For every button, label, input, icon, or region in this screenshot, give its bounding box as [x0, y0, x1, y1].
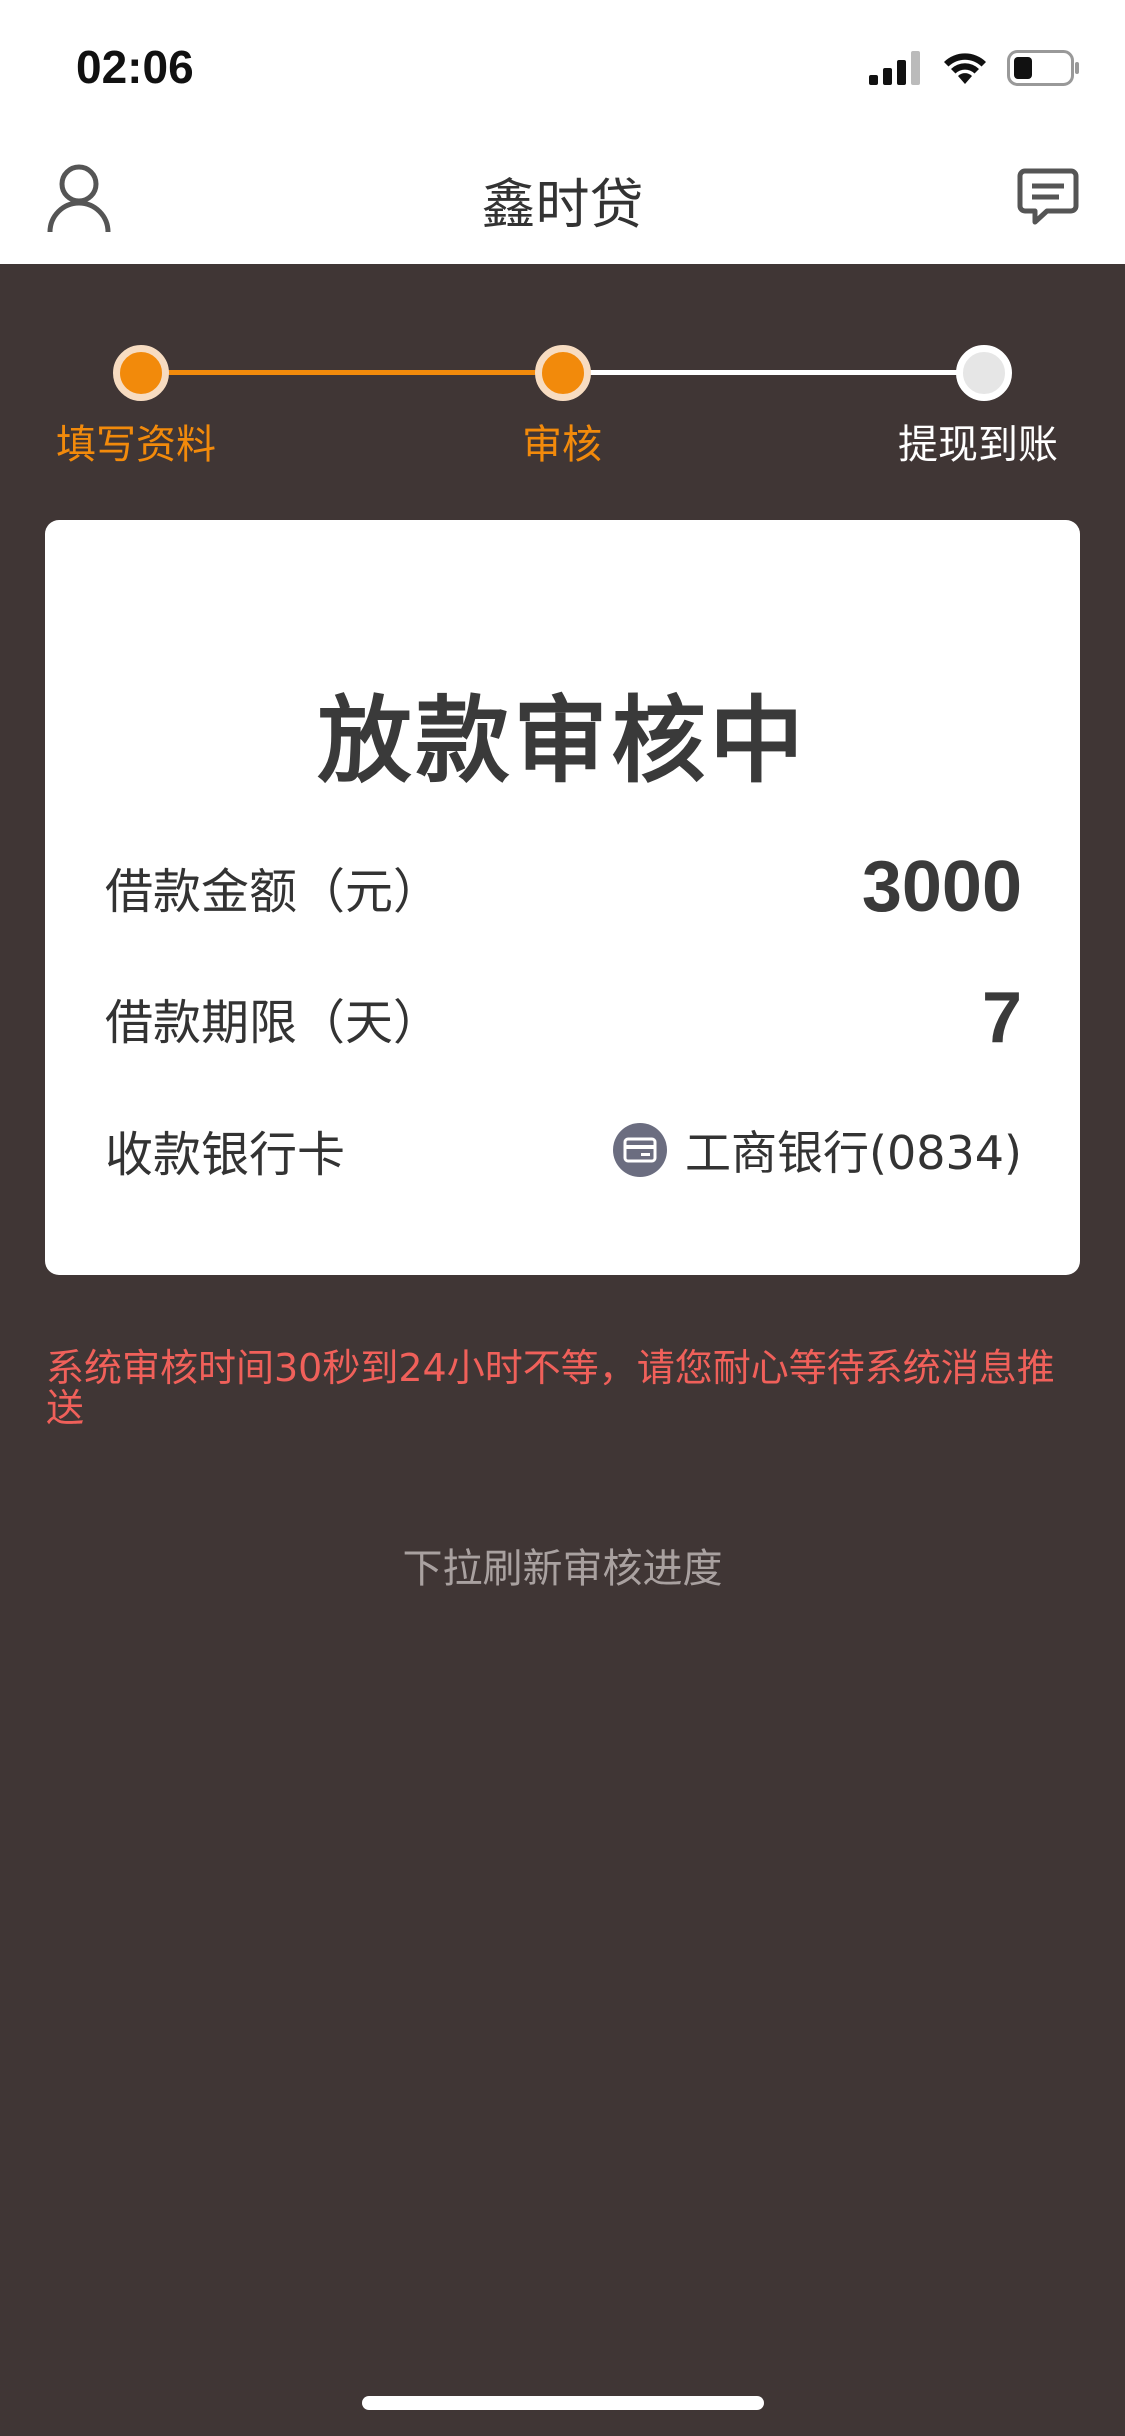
messages-button[interactable] — [1017, 168, 1079, 226]
loan-status-card: 放款审核中 借款金额（元） 3000 借款期限（天） 7 收款银行卡 工商银行(… — [45, 520, 1080, 1275]
review-time-notice: 系统审核时间30秒到24小时不等，请您耐心等待系统消息推送 — [46, 1346, 1055, 1430]
step-dot-review — [535, 345, 591, 401]
step-label-review: 审核 — [522, 422, 602, 468]
status-icons — [869, 48, 1081, 88]
battery-icon — [1007, 50, 1079, 86]
loan-amount-value: 3000 — [861, 847, 1022, 927]
wifi-icon — [944, 53, 986, 84]
step-dot-withdraw — [956, 345, 1012, 401]
step-line-pending — [562, 370, 984, 375]
step-dot-fill-info — [113, 345, 169, 401]
bank-card-value: 工商银行(0834) — [685, 1126, 1022, 1180]
step-label-withdraw: 提现到账 — [898, 422, 1058, 468]
step-label-fill-info: 填写资料 — [56, 422, 216, 468]
bank-card-info: 工商银行(0834) — [613, 1117, 1022, 1183]
bank-card-row: 收款银行卡 工商银行(0834) — [105, 1110, 1022, 1190]
home-indicator[interactable] — [362, 2396, 764, 2410]
loan-term-row: 借款期限（天） 7 — [105, 978, 1022, 1058]
status-time: 02:06 — [76, 41, 194, 93]
bank-card-label: 收款银行卡 — [105, 1127, 346, 1183]
bank-card-icon — [613, 1123, 668, 1177]
loan-amount-label: 借款金额（元） — [105, 864, 442, 920]
header-area: 02:06 鑫时贷 — [0, 0, 1125, 264]
pull-to-refresh-hint[interactable]: 下拉刷新审核进度 — [0, 1536, 1125, 1594]
progress-stepper: 填写资料 审核 提现到账 — [0, 340, 1125, 470]
page-title: 鑫时贷 — [481, 173, 644, 236]
loan-term-label: 借款期限（天） — [105, 995, 442, 1051]
step-line-done — [140, 370, 562, 375]
app-screen: 02:06 鑫时贷 填写资料 审核 提现到账 放款审核中 借款金额（元） 300… — [0, 0, 1125, 2436]
loan-amount-row: 借款金额（元） 3000 — [105, 847, 1022, 927]
signal-icon — [869, 51, 920, 85]
loan-status-title: 放款审核中 — [317, 687, 808, 796]
message-icon — [1017, 168, 1079, 225]
loan-term-value: 7 — [981, 978, 1022, 1058]
